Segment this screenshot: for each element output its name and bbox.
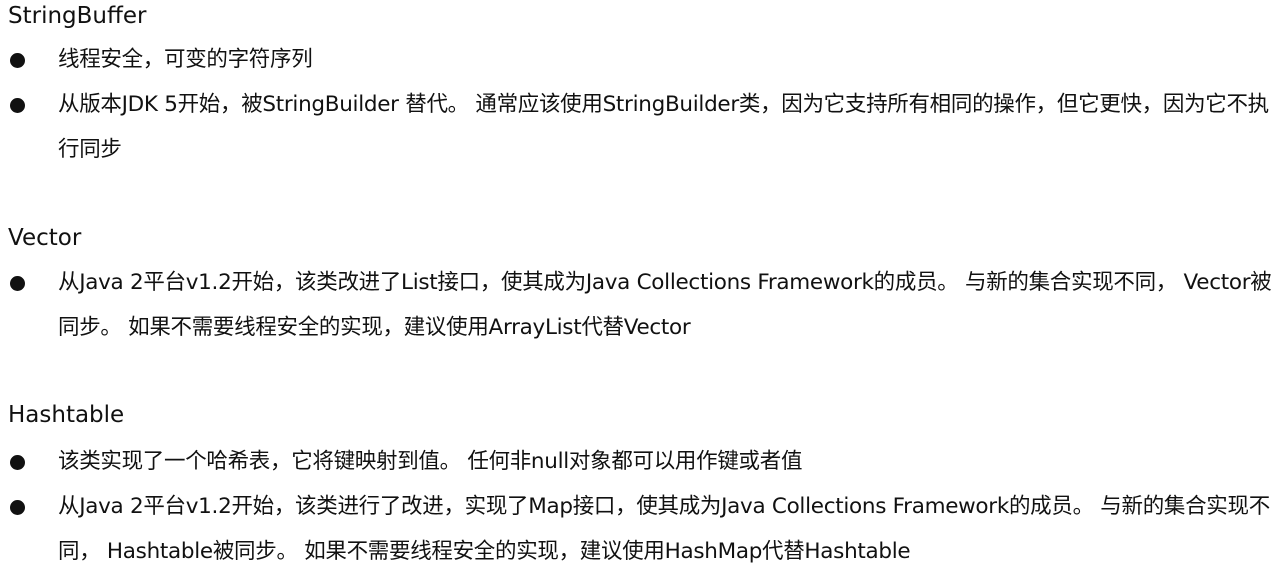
list-item-text: 从Java 2平台v1.2开始，该类改进了List接口，使其成为Java Col… [58, 270, 1272, 340]
bullet-icon [10, 276, 25, 291]
section-title: Hashtable [8, 402, 125, 428]
section-title: Vector [8, 225, 82, 251]
bullet-icon [10, 98, 25, 113]
bullet-icon [10, 455, 25, 470]
list-item-text: 该类实现了一个哈希表，它将键映射到值。 任何非null对象都可以用作键或者值 [58, 449, 803, 474]
list-item-text: 从版本JDK 5开始，被StringBuilder 替代。 通常应该使用Stri… [58, 92, 1269, 162]
list-item-text: 线程安全，可变的字符序列 [58, 47, 313, 72]
bullet-icon [10, 500, 25, 515]
list-item-text: 从Java 2平台v1.2开始，该类进行了改进，实现了Map接口，使其成为Jav… [58, 494, 1270, 564]
bullet-icon [10, 53, 25, 68]
section-title: StringBuffer [8, 3, 147, 29]
